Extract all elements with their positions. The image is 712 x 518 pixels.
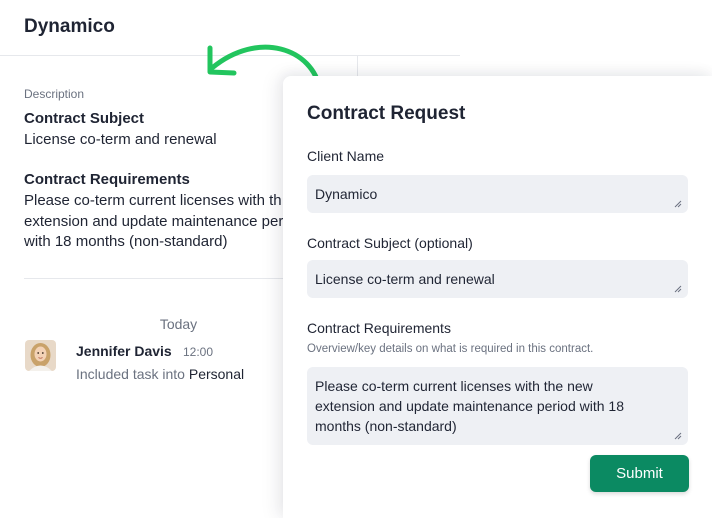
requirements-field[interactable]: Please co-term current licenses with the… (307, 367, 688, 445)
section-divider (24, 278, 324, 279)
activity-text: Included task into Personal (76, 366, 244, 382)
client-name-value: Dynamico (315, 186, 378, 202)
requirements-title: Contract Requirements (24, 171, 190, 188)
subject-label: Contract Subject (optional) (307, 235, 473, 251)
subject-text: License co-term and renewal (24, 131, 217, 148)
requirements-line-1: Please co-term current licenses with th (24, 192, 282, 209)
subject-value: License co-term and renewal (315, 271, 495, 287)
client-name-field[interactable]: Dynamico (307, 175, 688, 213)
requirements-line-2: extension and update maintenance per (24, 213, 284, 230)
activity-user-name[interactable]: Jennifer Davis (76, 343, 172, 359)
submit-button[interactable]: Submit (590, 455, 689, 492)
requirements-value-line-1: Please co-term current licenses with the… (315, 378, 593, 394)
client-name-label: Client Name (307, 148, 385, 164)
requirements-value-line-3: months (non-standard) (315, 418, 457, 434)
subject-field[interactable]: License co-term and renewal (307, 260, 688, 298)
form-title: Contract Request (307, 103, 466, 124)
resize-grip-icon[interactable] (674, 285, 682, 293)
requirements-value-line-2: extension and update maintenance period … (315, 398, 624, 414)
activity-time: 12:00 (183, 345, 214, 359)
subject-title: Contract Subject (24, 110, 145, 127)
activity-target[interactable]: Personal (189, 366, 244, 382)
resize-grip-icon[interactable] (674, 200, 682, 208)
requirements-help-text: Overview/key details on what is required… (307, 343, 594, 355)
app-title: Dynamico (24, 16, 115, 37)
resize-grip-icon[interactable] (674, 432, 682, 440)
avatar (25, 340, 56, 371)
requirements-label: Contract Requirements (307, 320, 451, 336)
requirements-line-3: with 18 months (non-standard) (24, 233, 228, 250)
contract-request-card: Contract Request Client Name Dynamico Co… (283, 76, 712, 518)
description-label: Description (24, 87, 85, 101)
activity-action: Included task into (76, 366, 185, 382)
